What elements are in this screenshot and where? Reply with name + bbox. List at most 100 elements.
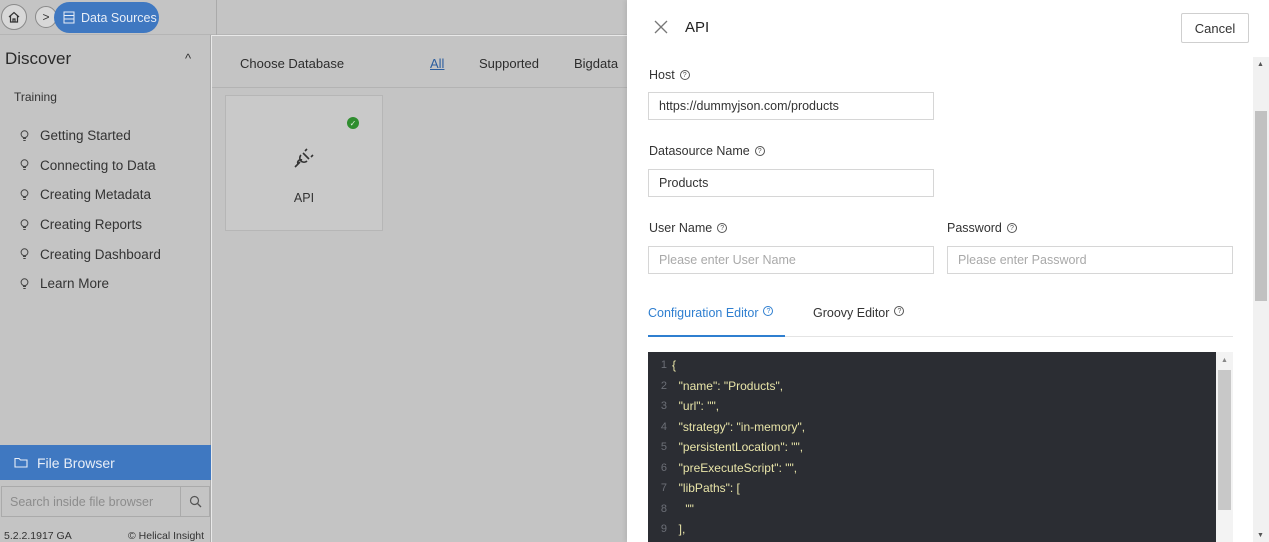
line-number: 5 bbox=[660, 441, 667, 453]
password-input[interactable] bbox=[947, 246, 1233, 274]
close-icon[interactable] bbox=[652, 18, 670, 36]
database-card-label: API bbox=[293, 191, 315, 205]
code-line: 7 "libPaths": [ bbox=[648, 478, 1216, 498]
file-browser-search-input[interactable]: Search inside file browser bbox=[1, 486, 181, 517]
code-line: 8 "" bbox=[648, 499, 1216, 519]
code-text: "" bbox=[672, 501, 694, 516]
scroll-down-arrow-icon[interactable]: ▼ bbox=[1257, 532, 1264, 539]
help-icon[interactable]: ? bbox=[763, 306, 774, 316]
cancel-button[interactable]: Cancel bbox=[1181, 13, 1249, 43]
discover-title: Discover bbox=[5, 49, 72, 68]
drawer-title: API bbox=[685, 19, 710, 36]
sidebar-item-label: Creating Reports bbox=[40, 217, 143, 233]
lightbulb-icon bbox=[18, 130, 30, 142]
line-number: 4 bbox=[660, 420, 667, 433]
help-icon[interactable]: ? bbox=[754, 146, 765, 156]
drawer-scrollbar[interactable]: ▲ ▼ bbox=[1253, 57, 1269, 542]
help-icon[interactable]: ? bbox=[717, 223, 728, 233]
tab-label: Groovy Editor bbox=[813, 306, 890, 320]
datasource-name-input[interactable] bbox=[648, 169, 934, 197]
lightbulb-icon bbox=[18, 278, 30, 290]
lightbulb-icon bbox=[18, 218, 30, 231]
tab-supported[interactable]: Supported bbox=[479, 56, 539, 71]
plug-icon bbox=[291, 145, 317, 174]
check-icon: ✓ bbox=[347, 117, 359, 129]
help-icon[interactable]: ? bbox=[679, 70, 690, 80]
tab-bigdata[interactable]: Bigdata bbox=[574, 56, 618, 71]
code-line: 1{ bbox=[648, 355, 1216, 375]
file-browser-label: File Browser bbox=[37, 454, 115, 471]
sidebar-item-creating-dashboard[interactable]: Creating Dashboard bbox=[18, 239, 161, 269]
tab-label: Configuration Editor bbox=[648, 306, 759, 320]
code-text: "preExecuteScript": "", bbox=[672, 460, 798, 475]
code-text: "name": "Products", bbox=[672, 378, 784, 393]
code-line: 9 ], bbox=[648, 519, 1216, 539]
collapse-chevron-icon[interactable]: ^ bbox=[185, 51, 191, 66]
drawer-scrollbar-thumb[interactable] bbox=[1255, 111, 1267, 301]
sidebar: Discover ^ Training Getting Started Conn… bbox=[0, 35, 211, 542]
line-number: 3 bbox=[660, 400, 667, 412]
editor-tabs: Configuration Editor? Groovy Editor? bbox=[648, 306, 1233, 337]
lightbulb-icon bbox=[18, 248, 30, 260]
datasource-form: Host? Datasource Name? User Name? Passwo… bbox=[627, 57, 1253, 542]
code-line: 4 "strategy": "in-memory", bbox=[648, 417, 1216, 437]
line-number: 7 bbox=[660, 482, 667, 494]
breadcrumb-data-sources[interactable]: Data Sources bbox=[54, 2, 159, 33]
code-line: 6 "preExecuteScript": "", bbox=[648, 458, 1216, 478]
sidebar-item-label: Creating Dashboard bbox=[40, 246, 161, 262]
sidebar-item-label: Getting Started bbox=[40, 128, 131, 144]
training-list: Getting Started Connecting to Data Creat… bbox=[18, 121, 161, 299]
brand-label: © Helical Insight bbox=[128, 530, 204, 542]
tab-configuration-editor[interactable]: Configuration Editor? bbox=[648, 306, 785, 337]
code-line: 2 "name": "Products", bbox=[648, 376, 1216, 396]
file-browser-button[interactable]: File Browser bbox=[0, 445, 211, 480]
host-label-text: Host bbox=[649, 68, 675, 82]
help-icon[interactable]: ? bbox=[1006, 223, 1017, 233]
code-text: { bbox=[672, 358, 677, 372]
datasource-name-label: Datasource Name? bbox=[649, 144, 765, 158]
code-text: "url": "", bbox=[672, 399, 720, 413]
host-label: Host? bbox=[649, 68, 690, 82]
code-line: 3 "url": "", bbox=[648, 396, 1216, 416]
username-label: User Name? bbox=[649, 221, 728, 235]
choose-database-label: Choose Database bbox=[240, 56, 345, 71]
configuration-code-editor[interactable]: 1{2 "name": "Products", 3 "url": "", 4 "st… bbox=[648, 352, 1216, 542]
scroll-up-arrow-icon[interactable]: ▲ bbox=[1257, 61, 1264, 68]
sidebar-item-creating-reports[interactable]: Creating Reports bbox=[18, 210, 161, 240]
sidebar-item-label: Connecting to Data bbox=[40, 157, 156, 173]
code-editor-scrollbar[interactable]: ▲ bbox=[1216, 352, 1233, 542]
password-label: Password? bbox=[947, 221, 1017, 235]
sidebar-item-creating-metadata[interactable]: Creating Metadata bbox=[18, 180, 161, 210]
file-browser-search-button[interactable] bbox=[181, 486, 210, 517]
home-button[interactable] bbox=[1, 4, 27, 30]
line-number: 8 bbox=[660, 502, 667, 515]
drawer-header: API Cancel bbox=[627, 0, 1269, 57]
code-text: ], bbox=[672, 522, 686, 536]
training-heading: Training bbox=[14, 90, 57, 104]
sidebar-item-connecting-to-data[interactable]: Connecting to Data bbox=[18, 151, 161, 181]
sidebar-item-learn-more[interactable]: Learn More bbox=[18, 269, 161, 299]
line-number: 1 bbox=[660, 359, 667, 371]
code-line: 5 "persistentLocation": "", bbox=[648, 437, 1216, 457]
sidebar-item-getting-started[interactable]: Getting Started bbox=[18, 121, 161, 151]
lightbulb-icon bbox=[18, 189, 30, 201]
breadcrumb-label: Data Sources bbox=[81, 10, 157, 25]
help-icon[interactable]: ? bbox=[894, 306, 905, 316]
copyright-icon: © bbox=[128, 530, 136, 542]
password-label-text: Password bbox=[947, 221, 1002, 235]
sidebar-item-label: Creating Metadata bbox=[40, 187, 152, 203]
tab-all[interactable]: All bbox=[430, 56, 444, 71]
host-input[interactable] bbox=[648, 92, 934, 120]
username-label-text: User Name bbox=[649, 221, 713, 235]
datasource-name-label-text: Datasource Name bbox=[649, 144, 750, 158]
folder-icon bbox=[14, 457, 28, 468]
database-card-api[interactable]: ✓ API bbox=[225, 95, 383, 231]
line-number: 2 bbox=[660, 379, 667, 392]
tab-groovy-editor[interactable]: Groovy Editor? bbox=[813, 306, 905, 337]
brand-name: Helical Insight bbox=[138, 530, 205, 542]
code-scrollbar-thumb[interactable] bbox=[1218, 370, 1231, 510]
code-text: "libPaths": [ bbox=[672, 481, 740, 495]
username-input[interactable] bbox=[648, 246, 934, 274]
code-text: "persistentLocation": "", bbox=[672, 440, 804, 454]
scroll-up-arrow-icon[interactable]: ▲ bbox=[1221, 357, 1228, 364]
